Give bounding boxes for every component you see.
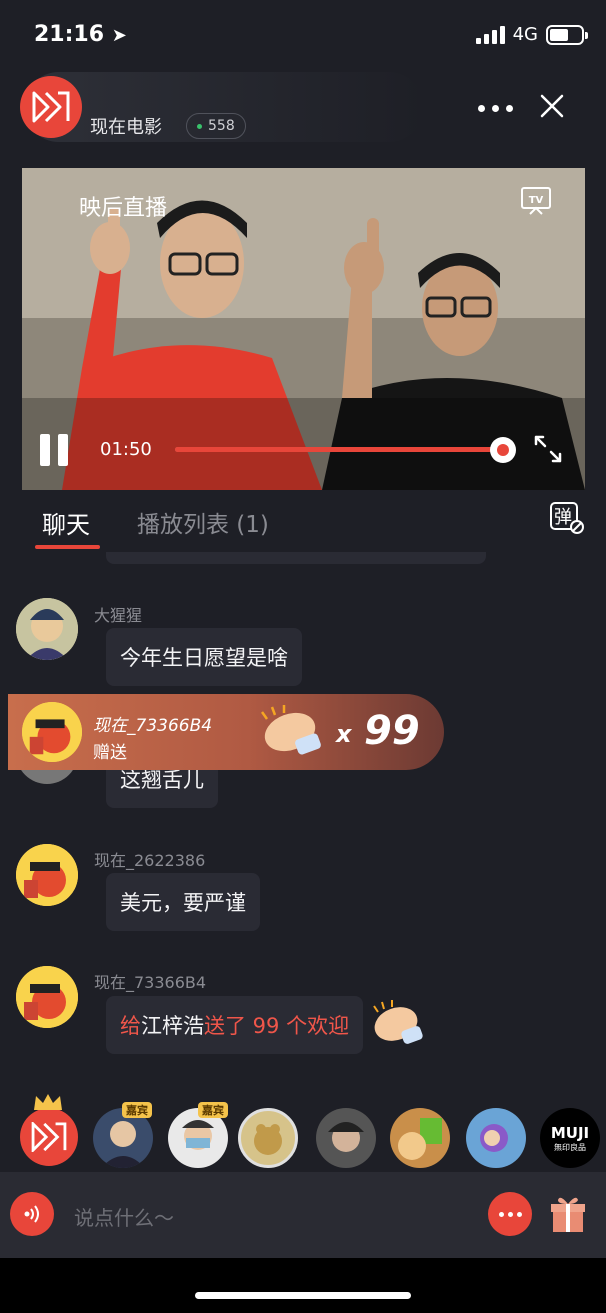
clapping-hands-icon	[260, 705, 321, 755]
tab-chat[interactable]: 聊天	[42, 505, 90, 540]
brand-label: MUJI	[550, 1123, 590, 1142]
progress-knob[interactable]	[490, 437, 516, 463]
live-dot-icon	[197, 123, 202, 129]
voice-button[interactable]	[10, 1192, 54, 1236]
fullscreen-icon[interactable]	[533, 434, 563, 464]
chat-text: 这翘舌儿	[120, 768, 204, 792]
chat-bubble-clipped	[106, 552, 486, 564]
home-indicator[interactable]	[195, 1292, 411, 1299]
battery-icon	[546, 24, 588, 45]
chat-text: 美元，要严谨	[120, 891, 246, 915]
audience-avatar[interactable]	[238, 1108, 298, 1168]
sound-wave-icon	[24, 1205, 39, 1223]
chat-bubble: 今年生日愿望是啥	[106, 628, 302, 686]
time-text: 21:16	[34, 22, 105, 47]
crown-icon	[34, 1094, 62, 1110]
chat-bubble-gift: 给江梓浩送了 99 个欢迎	[106, 996, 364, 1054]
audience-avatar[interactable]	[466, 1108, 526, 1168]
audience-avatar-muji[interactable]: MUJI 無印良品	[540, 1108, 600, 1168]
logo-mark-icon	[32, 91, 70, 123]
channel-logo[interactable]	[20, 76, 82, 138]
brand-sub-label: 無印良品	[554, 1142, 586, 1152]
gift-sender-name: 现在_73366B4	[93, 716, 213, 736]
progress-bar[interactable]	[175, 447, 502, 452]
vip-badge: 嘉宾	[198, 1102, 228, 1118]
viewer-count-badge: 558	[186, 113, 246, 139]
host-avatar[interactable]	[20, 1108, 78, 1166]
location-arrow-icon: ➤	[111, 25, 127, 46]
channel-name: 现在电影	[90, 117, 162, 138]
danmaku-label: 弹	[554, 507, 572, 528]
chat-text: 今年生日愿望是啥	[120, 646, 288, 670]
tv-cast-icon[interactable]: TV	[520, 186, 552, 216]
audience-avatar[interactable]	[390, 1108, 450, 1168]
avatar[interactable]	[16, 598, 78, 660]
chat-list[interactable]: 大猩猩 今年生日愿望是啥 这翘舌儿 现在_2622386 美元，要严谨 现在_7…	[0, 552, 606, 1092]
gift-text-prefix: 给	[120, 1014, 141, 1038]
gift-icon[interactable]	[550, 1194, 586, 1234]
audience-avatar[interactable]	[316, 1108, 376, 1168]
chat-username: 现在_73366B4	[94, 973, 207, 992]
status-indicators: 4G	[475, 24, 588, 45]
tab-playlist[interactable]: 播放列表 (1)	[137, 505, 269, 539]
gift-action-label: 赠送	[93, 743, 127, 763]
clapping-hands-icon	[373, 1000, 423, 1044]
home-area	[0, 1258, 606, 1313]
chat-input[interactable]: 说点什么～	[74, 1202, 174, 1231]
more-options-button[interactable]	[474, 97, 516, 119]
chat-bubble: 美元，要严谨	[106, 873, 260, 931]
gift-recipient: 江梓浩	[141, 1014, 204, 1038]
viewer-count: 558	[208, 118, 235, 134]
vip-badge: 嘉宾	[122, 1102, 152, 1118]
more-actions-button[interactable]	[488, 1192, 532, 1236]
gift-text-suffix: 送了 99 个欢迎	[204, 1014, 350, 1038]
video-title: 映后直播	[79, 196, 168, 221]
close-icon[interactable]	[538, 92, 566, 120]
elapsed-time: 01:50	[100, 439, 152, 460]
network-label: 4G	[512, 24, 538, 45]
svg-text:TV: TV	[529, 195, 544, 206]
avatar[interactable]	[16, 966, 78, 1028]
status-time: 21:16 ➤	[34, 22, 127, 47]
avatar[interactable]	[16, 844, 78, 906]
gift-multiplier-x: x	[336, 720, 352, 748]
pause-button[interactable]	[40, 434, 68, 466]
chat-username: 现在_2622386	[94, 851, 206, 870]
danmaku-toggle-button[interactable]: 弹	[550, 502, 584, 534]
signal-icon	[475, 25, 505, 44]
gift-sender-avatar[interactable]	[22, 702, 82, 762]
chat-username: 大猩猩	[94, 606, 143, 625]
progress-fill	[175, 447, 496, 452]
logo-mark-icon	[31, 1122, 67, 1152]
gift-count: 99	[364, 708, 420, 754]
tab-active-indicator	[35, 545, 100, 549]
